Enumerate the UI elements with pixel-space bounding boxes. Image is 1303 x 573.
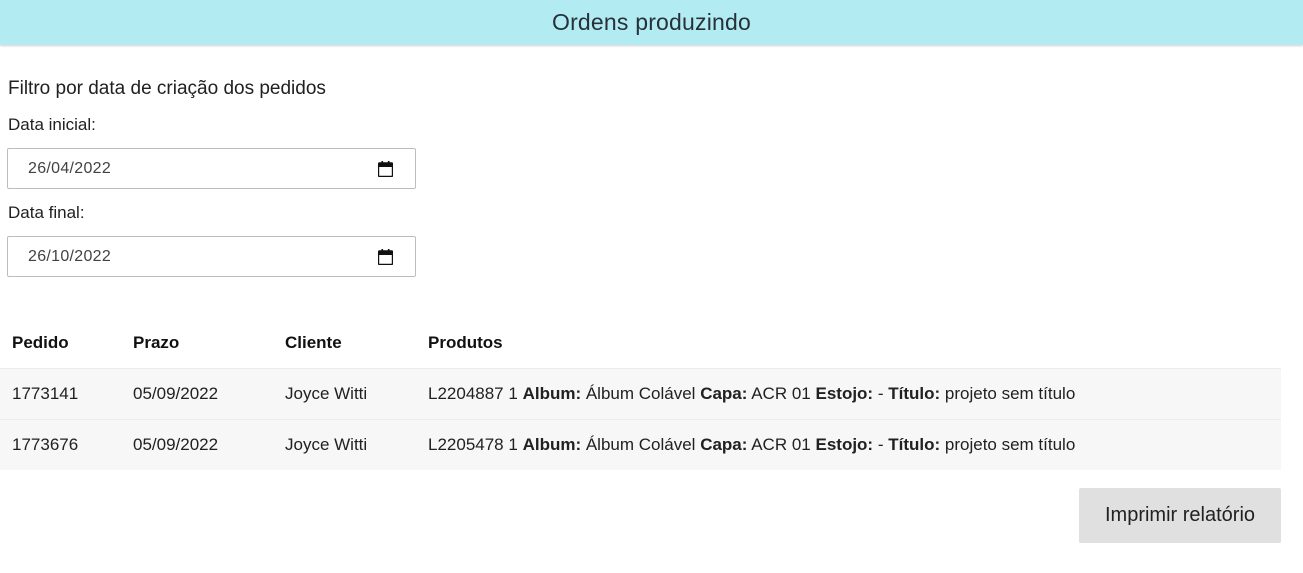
cell-cliente: Joyce Witti [273,368,416,420]
column-header-prazo: Prazo [133,333,180,352]
start-date-label: Data inicial: [8,115,96,134]
cell-cliente: Joyce Witti [273,419,416,470]
column-header-pedido: Pedido [12,333,69,352]
album-label: Album: [522,384,582,403]
calendar-icon[interactable] [378,249,393,265]
titulo-label: Título: [888,435,941,454]
cell-produtos: L2204887 1 Album: Álbum Colável Capa: AC… [416,368,1281,420]
capa-label: Capa: [700,435,748,454]
album-value: Álbum Colável [585,435,696,454]
table-row: 1773676 05/09/2022 Joyce Witti L2205478 … [0,419,1281,470]
start-date-input[interactable]: 26/04/2022 [7,148,416,189]
cell-pedido: 1773141 [0,368,121,420]
table-header-row: Pedido Prazo Cliente Produtos [0,318,1281,369]
titulo-value: projeto sem título [944,384,1076,403]
album-value: Álbum Colável [585,384,696,403]
orders-table: Pedido Prazo Cliente Produtos 1773141 05… [0,318,1281,470]
table-row: 1773141 05/09/2022 Joyce Witti L2204887 … [0,368,1281,420]
filter-title: Filtro por data de criação dos pedidos [8,78,326,99]
cell-prazo: 05/09/2022 [121,368,273,420]
column-header-cliente: Cliente [285,333,342,352]
end-date-input[interactable]: 26/10/2022 [7,236,416,277]
titulo-value: projeto sem título [944,435,1076,454]
end-date-value: 26/10/2022 [28,247,112,265]
capa-label: Capa: [700,384,748,403]
cell-pedido: 1773676 [0,419,121,470]
page-title: Ordens produzindo [551,9,752,35]
calendar-icon[interactable] [378,161,393,177]
titulo-label: Título: [888,384,941,403]
cell-produtos: L2205478 1 Album: Álbum Colável Capa: AC… [416,419,1281,470]
estojo-label: Estojo: [815,384,874,403]
start-date-value: 26/04/2022 [28,159,112,177]
header-bar: Ordens produzindo [0,0,1303,45]
product-code: L2204887 1 [428,384,518,403]
album-label: Album: [522,435,582,454]
cell-prazo: 05/09/2022 [121,419,273,470]
estojo-value: - [877,384,884,403]
estojo-value: - [877,435,884,454]
product-code: L2205478 1 [428,435,518,454]
capa-value: ACR 01 [751,435,811,454]
end-date-label: Data final: [8,203,85,222]
capa-value: ACR 01 [751,384,811,403]
print-report-button[interactable]: Imprimir relatório [1079,488,1281,543]
estojo-label: Estojo: [815,435,874,454]
column-header-produtos: Produtos [428,333,503,352]
